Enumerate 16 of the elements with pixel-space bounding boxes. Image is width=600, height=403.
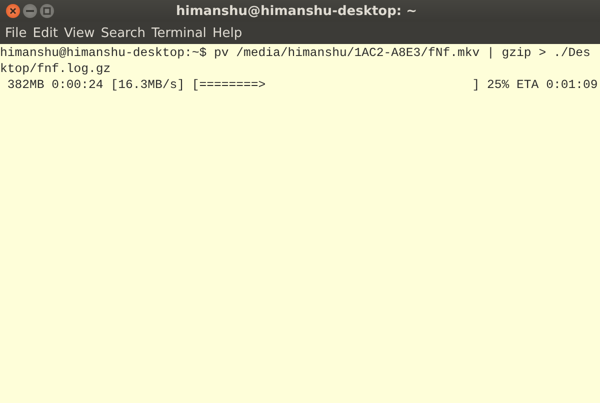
minimize-icon [26, 10, 34, 12]
terminal-line: himanshu@himanshu-desktop:~$ pv /media/himanshu/1AC2-A8E3/fNf.mkv | gzip > ./Des [0, 45, 592, 61]
terminal-line: 382MB 0:00:24 [16.3MB/s] [========> ] 25% ETA 0:01:09 [6, 77, 599, 93]
menu-item[interactable]: Search [98, 24, 148, 42]
menu-item[interactable]: Edit [30, 24, 61, 42]
maximize-icon [43, 7, 51, 15]
terminal-line: ktop/fnf.log.gz [0, 61, 112, 77]
maximize-button[interactable] [40, 4, 54, 18]
window-title: himanshu@himanshu-desktop: ~ [176, 4, 418, 18]
menu-item[interactable]: Terminal [148, 24, 210, 42]
minimize-button[interactable] [23, 4, 37, 18]
menu-item[interactable]: View [60, 24, 98, 42]
close-button[interactable] [6, 4, 20, 18]
menu-item[interactable]: File [2, 24, 30, 42]
close-icon [9, 7, 17, 15]
menu-item[interactable]: Help [209, 24, 246, 42]
